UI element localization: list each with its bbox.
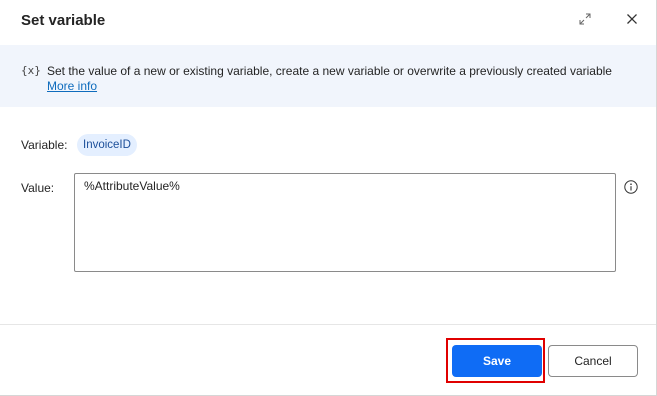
expand-icon xyxy=(579,13,591,25)
cancel-button[interactable]: Cancel xyxy=(548,345,638,377)
save-button[interactable]: Save xyxy=(452,345,542,377)
expand-button[interactable] xyxy=(574,8,596,30)
info-banner: {x} Set the value of a new or existing v… xyxy=(0,45,656,107)
variable-icon: {x} xyxy=(21,64,41,77)
variable-chip[interactable]: InvoiceID xyxy=(77,134,137,156)
value-input[interactable]: %AttributeValue% xyxy=(74,173,616,272)
value-input-text: %AttributeValue% xyxy=(84,179,180,193)
set-variable-dialog: Set variable {x} Set the value of a new … xyxy=(0,0,657,396)
value-label: Value: xyxy=(21,181,55,195)
footer-divider xyxy=(0,324,656,325)
info-icon[interactable] xyxy=(624,180,638,194)
info-description: Set the value of a new or existing varia… xyxy=(47,64,612,78)
dialog-title: Set variable xyxy=(21,12,106,29)
variable-label: Variable: xyxy=(21,138,68,152)
close-button[interactable] xyxy=(621,8,643,30)
more-info-link[interactable]: More info xyxy=(47,79,97,93)
close-icon xyxy=(627,14,637,24)
